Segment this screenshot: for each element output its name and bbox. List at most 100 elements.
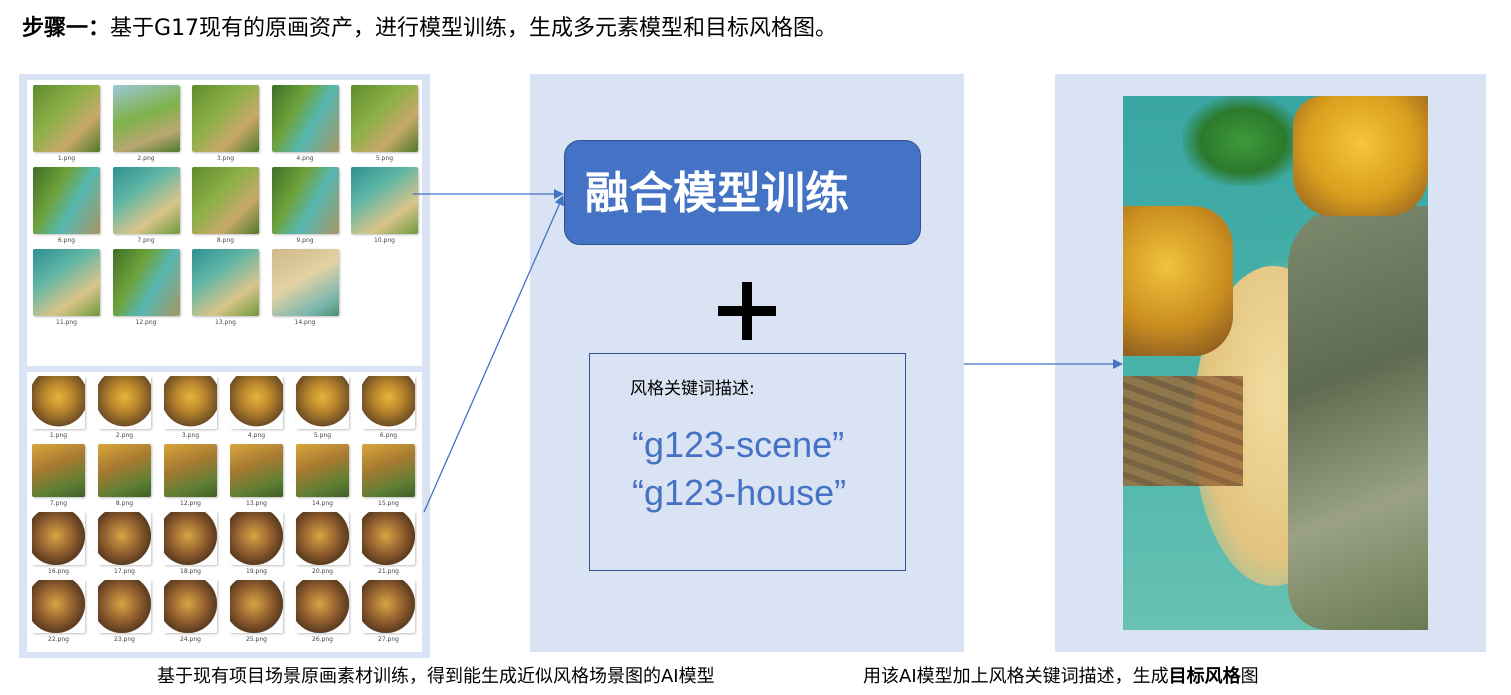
house-asset-image bbox=[164, 580, 217, 633]
scene-asset-thumbnail: 10.png bbox=[351, 167, 418, 245]
caption-gen-bold: 目标风格 bbox=[1168, 666, 1241, 687]
step-label: 步骤一： bbox=[22, 16, 111, 41]
scene-asset-image bbox=[112, 249, 180, 316]
house-asset-filename: 2.png bbox=[115, 432, 134, 439]
house-asset-thumbnail: 18.png bbox=[164, 512, 217, 576]
house-asset-thumbnail: 3.png bbox=[164, 376, 217, 440]
scene-asset-filename: 3.png bbox=[216, 155, 235, 162]
house-asset-thumbnail: 6.png bbox=[362, 376, 415, 440]
house-asset-image bbox=[230, 376, 283, 429]
scene-asset-filename: 5.png bbox=[375, 155, 394, 162]
source-assets-panel: 1.png 2.png 3.png 4.png 5.png 6.png 7.png 8.png… bbox=[19, 74, 430, 658]
scene-asset-thumbnail: 1.png bbox=[33, 85, 100, 163]
scene-asset-thumbnail: 3.png bbox=[192, 85, 259, 163]
house-asset-thumbnail: 16.png bbox=[32, 512, 85, 576]
house-asset-filename: 18.png bbox=[180, 568, 201, 575]
scene-asset-filename: 14.png bbox=[294, 319, 316, 326]
house-asset-image bbox=[296, 444, 349, 497]
house-asset-thumbnail: 23.png bbox=[98, 580, 151, 644]
house-asset-image bbox=[362, 580, 415, 633]
house-asset-grid: 1.png 2.png 3.png 4.png 5.png 6.png 7.png 8.png… bbox=[27, 372, 422, 652]
fusion-training-box: 融合模型训练 bbox=[564, 140, 921, 245]
title-text: 基于G17现有的原画资产，进行模型训练，生成多元素模型和目标风格图。 bbox=[110, 16, 838, 41]
scene-asset-thumbnail: 9.png bbox=[271, 167, 339, 245]
house-asset-image bbox=[296, 512, 349, 565]
house-asset-image bbox=[98, 444, 151, 497]
scene-asset-thumbnail: 7.png bbox=[112, 167, 180, 245]
house-asset-filename: 4.png bbox=[247, 432, 266, 439]
house-asset-filename: 13.png bbox=[246, 500, 267, 507]
house-asset-thumbnail: 7.png bbox=[32, 444, 85, 508]
house-asset-image bbox=[164, 444, 217, 497]
house-asset-image bbox=[230, 444, 283, 497]
house-asset-filename: 8.png bbox=[115, 500, 134, 507]
caption-gen-suffix: 图 bbox=[1240, 666, 1259, 687]
house-asset-thumbnail: 8.png bbox=[98, 444, 151, 508]
house-asset-thumbnail: 12.png bbox=[164, 444, 217, 508]
house-asset-image bbox=[362, 376, 415, 429]
house-asset-image bbox=[230, 512, 283, 565]
scene-asset-image bbox=[351, 167, 418, 234]
house-asset-thumbnail: 13.png bbox=[230, 444, 283, 508]
scene-asset-filename: 12.png bbox=[135, 319, 157, 326]
house-asset-image bbox=[98, 376, 151, 429]
scene-asset-filename: 7.png bbox=[137, 237, 155, 244]
scene-asset-filename: 8.png bbox=[216, 237, 235, 244]
scene-asset-filename: 4.png bbox=[296, 155, 314, 162]
scene-asset-filename: 1.png bbox=[57, 155, 76, 162]
scene-asset-thumbnail: 14.png bbox=[271, 249, 339, 327]
scene-asset-filename: 2.png bbox=[137, 155, 155, 162]
house-asset-image bbox=[32, 580, 85, 633]
house-asset-thumbnail: 24.png bbox=[164, 580, 217, 644]
scene-asset-image bbox=[351, 85, 418, 152]
plus-icon bbox=[718, 282, 776, 340]
target-style-panel bbox=[1055, 74, 1486, 652]
house-asset-filename: 1.png bbox=[49, 432, 68, 439]
house-asset-thumbnail: 22.png bbox=[32, 580, 85, 644]
house-asset-filename: 3.png bbox=[181, 432, 200, 439]
house-asset-image bbox=[362, 444, 415, 497]
house-asset-thumbnail: 15.png bbox=[362, 444, 415, 508]
scene-asset-filename: 9.png bbox=[296, 237, 314, 244]
scene-asset-image bbox=[271, 249, 339, 316]
keyword-house: “g123-house” bbox=[632, 472, 847, 513]
house-asset-thumbnail: 2.png bbox=[98, 376, 151, 440]
house-asset-filename: 15.png bbox=[378, 500, 399, 507]
house-asset-image bbox=[98, 512, 151, 565]
scene-asset-image bbox=[33, 167, 100, 234]
target-style-image bbox=[1123, 96, 1428, 630]
house-asset-thumbnail: 14.png bbox=[296, 444, 349, 508]
scene-asset-filename: 10.png bbox=[374, 237, 395, 244]
house-asset-filename: 24.png bbox=[180, 636, 201, 643]
house-asset-filename: 21.png bbox=[378, 568, 399, 575]
house-asset-thumbnail: 26.png bbox=[296, 580, 349, 644]
house-asset-image bbox=[230, 580, 283, 633]
house-asset-thumbnail: 17.png bbox=[98, 512, 151, 576]
house-asset-image bbox=[164, 512, 217, 565]
scene-asset-image bbox=[112, 167, 180, 234]
caption-generation: 用该AI模型加上风格关键词描述，生成目标风格图 bbox=[863, 666, 1259, 688]
house-asset-image bbox=[296, 376, 349, 429]
house-asset-filename: 25.png bbox=[246, 636, 267, 643]
scene-asset-thumbnail: 4.png bbox=[271, 85, 339, 163]
house-asset-filename: 20.png bbox=[312, 568, 333, 575]
house-asset-filename: 26.png bbox=[312, 636, 333, 643]
scene-asset-image bbox=[33, 249, 100, 316]
scene-asset-thumbnail: 6.png bbox=[33, 167, 100, 245]
house-asset-filename: 17.png bbox=[114, 568, 135, 575]
house-asset-filename: 5.png bbox=[313, 432, 332, 439]
scene-asset-image bbox=[271, 85, 339, 152]
scene-asset-image bbox=[192, 85, 259, 152]
scene-asset-image bbox=[112, 85, 180, 152]
house-asset-filename: 7.png bbox=[49, 500, 68, 507]
scene-asset-thumbnail: 5.png bbox=[351, 85, 418, 163]
scene-asset-filename: 6.png bbox=[57, 237, 76, 244]
house-asset-image bbox=[98, 580, 151, 633]
house-asset-image bbox=[362, 512, 415, 565]
scene-asset-image bbox=[192, 167, 259, 234]
house-asset-thumbnail: 5.png bbox=[296, 376, 349, 440]
caption-gen-prefix: 用该AI模型加上风格关键词描述，生成 bbox=[863, 666, 1169, 687]
house-asset-image bbox=[164, 376, 217, 429]
keyword-scene: “g123-scene” bbox=[632, 424, 845, 465]
house-asset-image bbox=[32, 512, 85, 565]
